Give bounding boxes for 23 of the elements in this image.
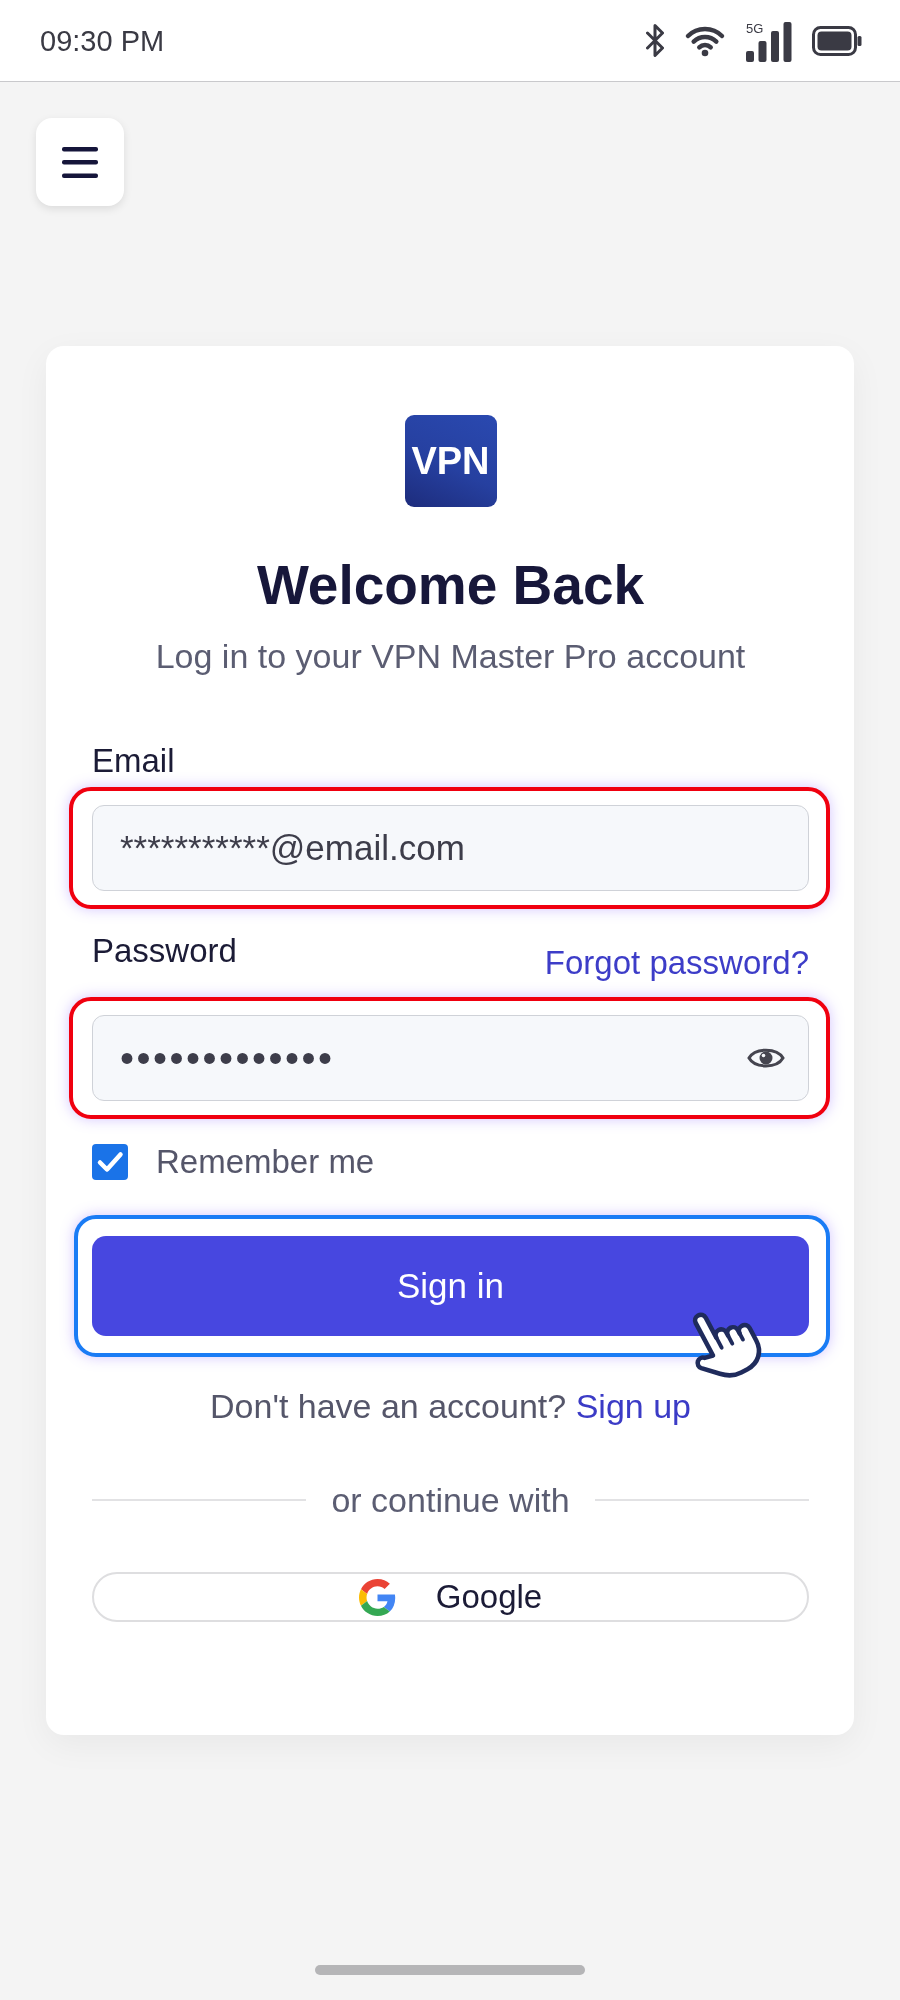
forgot-password-link[interactable]: Forgot password? [544, 944, 809, 982]
divider-text: or continue with [331, 1481, 570, 1519]
remember-me-label: Remember me [156, 1143, 375, 1181]
bluetooth-icon [646, 24, 664, 57]
battery-icon [812, 25, 862, 56]
menu-icon [62, 146, 98, 178]
sign-in-button[interactable]: Sign in [92, 1236, 809, 1336]
sign-up-link[interactable]: Sign up [575, 1387, 691, 1425]
field-label: Password [92, 932, 237, 970]
checkbox[interactable] [92, 1144, 128, 1180]
menu-button[interactable] [36, 118, 124, 206]
network-type: 5G [746, 21, 764, 36]
email-field[interactable]: ***********@email.com [92, 805, 809, 891]
signup-prompt: Don't have an account? Sign up [209, 1387, 692, 1425]
social-login-button[interactable]: Google [92, 1572, 809, 1622]
welcome-title: Welcome Back [255, 553, 646, 617]
subtitle: Log in to your VPN Master Pro account [154, 636, 747, 676]
field-label: Email [92, 742, 175, 780]
clock-time: 09:30 PM [40, 23, 165, 58]
signal-icon [746, 21, 792, 62]
google-icon [358, 1578, 396, 1616]
password-field[interactable]: ••••••••••••• [92, 1015, 809, 1101]
app-logo: VPN [404, 415, 497, 507]
